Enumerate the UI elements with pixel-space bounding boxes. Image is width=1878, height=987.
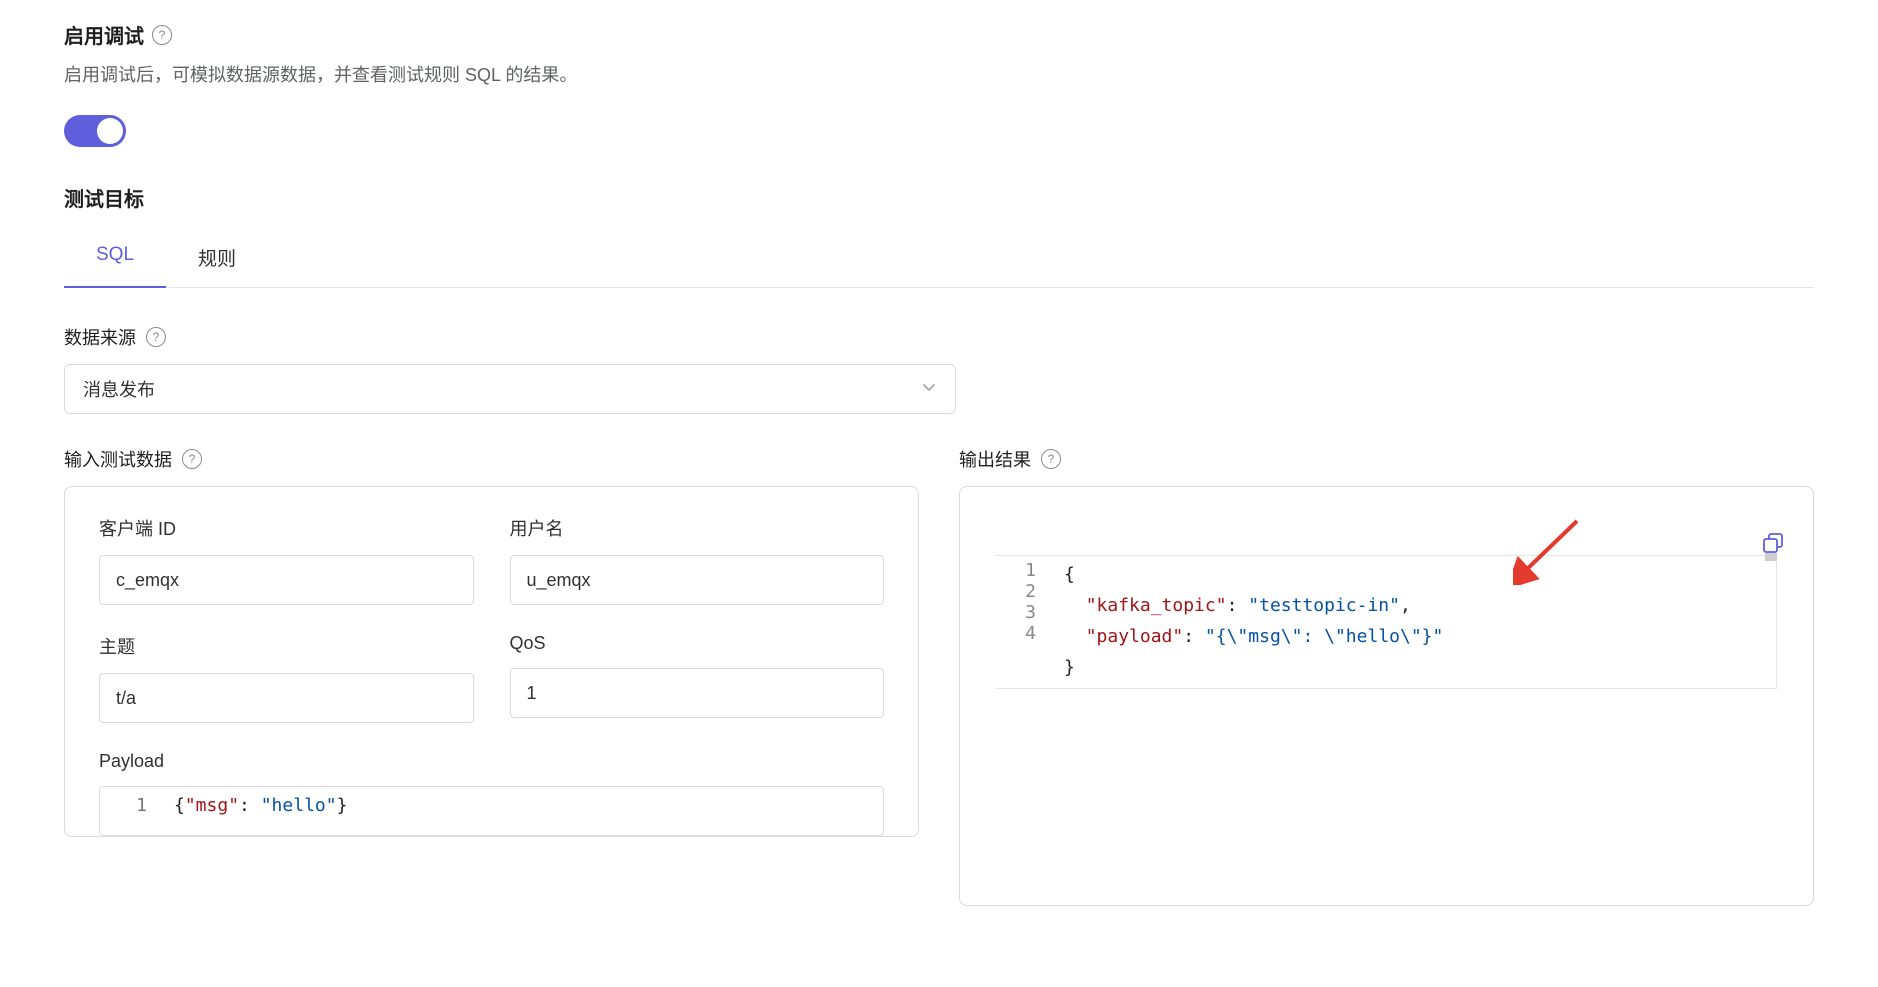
tabs: SQL 规则 xyxy=(64,232,1814,288)
input-column: 输入测试数据 ? 客户端 ID 用户名 主题 xyxy=(64,446,919,906)
qos-label: QoS xyxy=(510,633,885,654)
enable-debug-description: 启用调试后，可模拟数据源数据，并查看测试规则 SQL 的结果。 xyxy=(64,61,1814,87)
enable-debug-title-text: 启用调试 xyxy=(64,20,144,49)
output-code-viewer[interactable]: 1234 { "kafka_topic": "testtopic-in", "p… xyxy=(996,555,1777,689)
payload-code-editor[interactable]: 1 {"msg": "hello"} xyxy=(99,786,884,836)
input-data-label-text: 输入测试数据 xyxy=(64,446,172,472)
input-data-label: 输入测试数据 ? xyxy=(64,446,919,472)
tab-sql[interactable]: SQL xyxy=(64,232,166,287)
data-source-label: 数据来源 ? xyxy=(64,324,1814,350)
username-input[interactable] xyxy=(510,555,885,605)
output-label: 输出结果 ? xyxy=(959,446,1814,472)
enable-debug-title: 启用调试 ? xyxy=(64,20,1814,49)
output-column: 输出结果 ? 1234 { "kafka_topic": "testtopic-… xyxy=(959,446,1814,906)
payload-field: Payload 1 {"msg": "hello"} xyxy=(99,751,884,836)
output-label-text: 输出结果 xyxy=(959,446,1031,472)
username-label: 用户名 xyxy=(510,515,885,541)
qos-input[interactable] xyxy=(510,668,885,718)
topic-field: 主题 xyxy=(99,633,474,723)
payload-label: Payload xyxy=(99,751,884,772)
payload-gutter: 1 xyxy=(100,787,162,835)
client-id-field: 客户端 ID xyxy=(99,515,474,605)
copy-icon[interactable] xyxy=(1761,531,1785,555)
page-root: 启用调试 ? 启用调试后，可模拟数据源数据，并查看测试规则 SQL 的结果。 测… xyxy=(0,0,1878,906)
output-wrap: 1234 { "kafka_topic": "testtopic-in", "p… xyxy=(960,487,1813,689)
data-source-value: 消息发布 xyxy=(83,376,155,402)
chevron-down-icon xyxy=(921,379,937,400)
help-icon[interactable]: ? xyxy=(146,327,166,347)
output-code-lines: { "kafka_topic": "testtopic-in", "payloa… xyxy=(1050,556,1453,688)
data-source-label-text: 数据来源 xyxy=(64,324,136,350)
client-id-input[interactable] xyxy=(99,555,474,605)
input-panel: 客户端 ID 用户名 主题 QoS xyxy=(64,486,919,837)
help-icon[interactable]: ? xyxy=(1041,449,1061,469)
toggle-knob xyxy=(97,118,123,144)
topic-label: 主题 xyxy=(99,633,474,659)
output-panel: 1234 { "kafka_topic": "testtopic-in", "p… xyxy=(959,486,1814,906)
data-source-select[interactable]: 消息发布 xyxy=(64,364,956,414)
two-column: 输入测试数据 ? 客户端 ID 用户名 主题 xyxy=(64,446,1814,906)
username-field: 用户名 xyxy=(510,515,885,605)
payload-code-line: {"msg": "hello"} xyxy=(162,787,359,835)
debug-toggle[interactable] xyxy=(64,115,126,147)
tab-rule[interactable]: 规则 xyxy=(166,232,268,287)
output-gutter: 1234 xyxy=(996,556,1050,688)
client-id-label: 客户端 ID xyxy=(99,515,474,541)
test-target-label: 测试目标 xyxy=(64,183,1814,212)
help-icon[interactable]: ? xyxy=(152,25,172,45)
data-source-select-wrap: 消息发布 xyxy=(64,364,956,414)
topic-input[interactable] xyxy=(99,673,474,723)
qos-field: QoS xyxy=(510,633,885,723)
scroll-indicator xyxy=(1765,553,1777,561)
help-icon[interactable]: ? xyxy=(182,449,202,469)
